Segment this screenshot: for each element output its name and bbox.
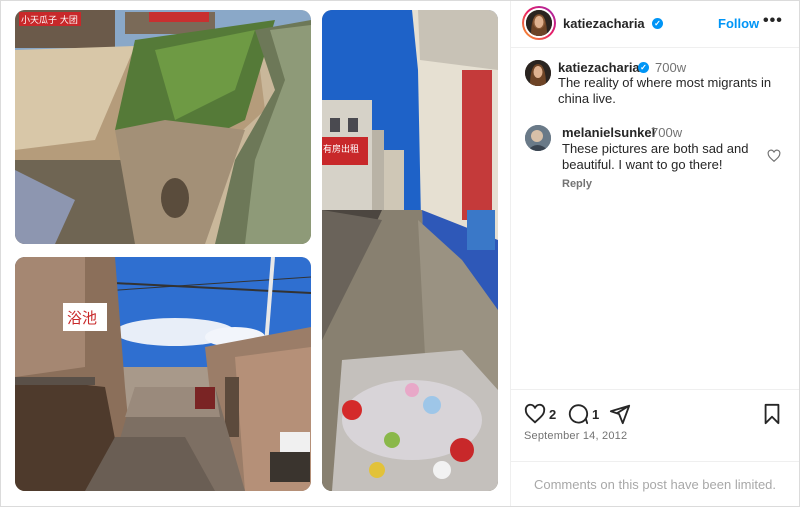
canal-sign-text: 小天瓜子 大团 bbox=[21, 14, 78, 26]
photo-canal: 小天瓜子 大团 bbox=[15, 10, 311, 244]
bookmark-icon bbox=[761, 403, 783, 425]
photo-alley: 浴池 bbox=[15, 257, 311, 491]
post-sidebar: katiezacharia ✓ Follow ••• katiezacharia… bbox=[511, 1, 799, 506]
verified-badge-icon: ✓ bbox=[652, 18, 663, 29]
comments-limited-notice: Comments on this post have been limited. bbox=[511, 461, 799, 507]
caption-text: The reality of where most migrants in ch… bbox=[558, 75, 772, 106]
share-button[interactable] bbox=[609, 403, 631, 425]
save-button[interactable] bbox=[761, 403, 783, 425]
caption-avatar[interactable] bbox=[525, 60, 551, 86]
author-avatar[interactable] bbox=[526, 10, 552, 36]
comment-button[interactable]: 1 bbox=[567, 403, 599, 425]
more-options-icon[interactable]: ••• bbox=[763, 12, 783, 30]
alley-sign-text: 浴池 bbox=[67, 309, 97, 327]
post-actions: 2 1 September 14, 2012 Comments on this … bbox=[511, 389, 799, 506]
instagram-post: 小天瓜子 大团 浴池 有房出租 katiezacharia ✓ Follow •… bbox=[0, 0, 800, 507]
follow-button[interactable]: Follow bbox=[718, 16, 759, 31]
comment-text: These pictures are both sad and beautifu… bbox=[562, 141, 749, 172]
caption-timestamp[interactable]: 700w bbox=[655, 60, 686, 75]
comment-username[interactable]: melanielsunkel bbox=[562, 125, 655, 140]
post-date[interactable]: September 14, 2012 bbox=[524, 430, 627, 442]
comments-count: 1 bbox=[592, 406, 600, 422]
street-sign-text: 有房出租 bbox=[323, 143, 359, 155]
caption-username[interactable]: katiezacharia bbox=[558, 60, 640, 75]
commenter-avatar[interactable] bbox=[525, 125, 551, 151]
heart-icon bbox=[524, 403, 546, 425]
verified-badge-icon: ✓ bbox=[638, 62, 649, 73]
story-ring[interactable] bbox=[522, 6, 556, 40]
photo-street: 有房出租 bbox=[322, 10, 498, 491]
author-username[interactable]: katiezacharia bbox=[563, 16, 645, 31]
reply-button[interactable]: Reply bbox=[562, 178, 592, 190]
likes-count: 2 bbox=[549, 406, 557, 422]
comment-like-heart-icon[interactable] bbox=[767, 149, 781, 163]
like-button[interactable]: 2 bbox=[524, 403, 556, 425]
comment-timestamp[interactable]: 700w bbox=[651, 125, 682, 140]
post-media[interactable]: 小天瓜子 大团 浴池 有房出租 bbox=[1, 1, 511, 506]
send-icon bbox=[609, 403, 631, 425]
post-header: katiezacharia ✓ Follow ••• bbox=[511, 1, 799, 48]
comment-icon bbox=[567, 403, 589, 425]
